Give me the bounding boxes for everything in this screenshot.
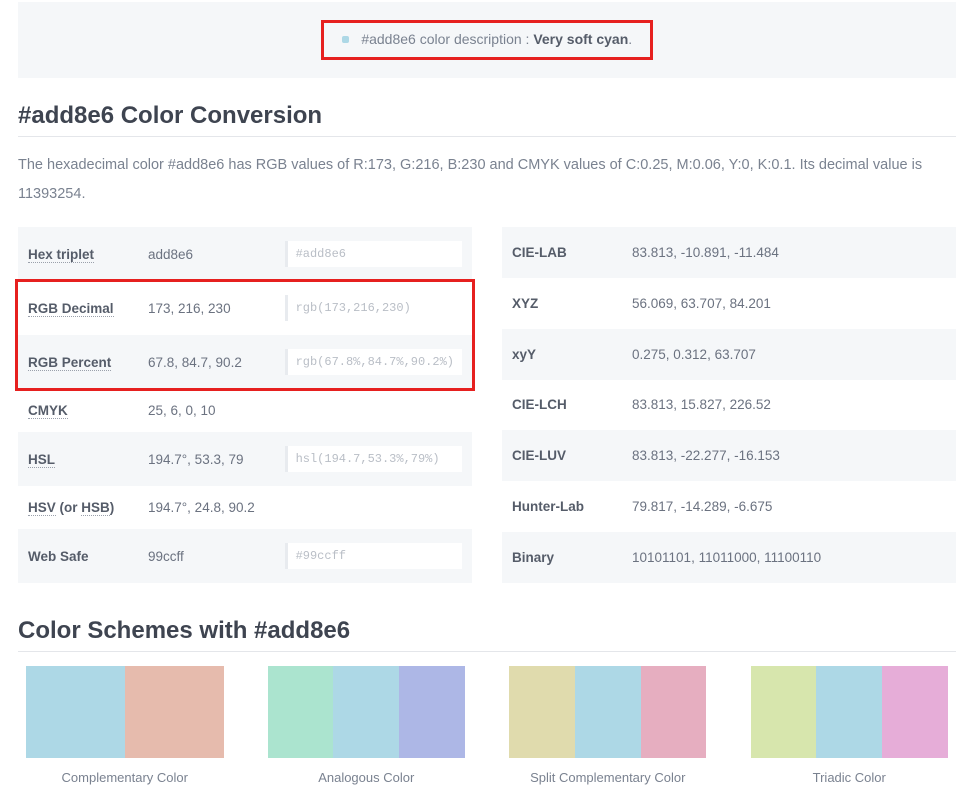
schemes-heading: Color Schemes with #add8e6	[18, 617, 956, 652]
row-value: 173, 216, 230	[138, 281, 275, 335]
swatch-row	[509, 666, 707, 758]
table-row: HSV (or HSB)194.7°, 24.8, 90.2	[18, 486, 472, 529]
row-label: RGB Decimal	[18, 281, 138, 335]
color-scheme: Complementary Color	[18, 666, 232, 785]
color-schemes: Complementary Color Analogous Color Split …	[18, 666, 956, 785]
color-scheme: Triadic Color	[743, 666, 957, 785]
row-value: 0.275, 0.312, 63.707	[622, 329, 956, 380]
color-scheme: Split Complementary Color	[501, 666, 715, 785]
desc-suffix: .	[628, 31, 632, 47]
color-swatch[interactable]	[399, 666, 465, 758]
table-row: Hex tripletadd8e6#add8e6	[18, 227, 472, 281]
table-row: XYZ56.069, 63.707, 84.201	[502, 278, 956, 329]
color-swatch[interactable]	[882, 666, 948, 758]
scheme-label: Split Complementary Color	[501, 770, 715, 785]
table-row: CIE-LAB83.813, -10.891, -11.484	[502, 227, 956, 278]
table-row: Web Safe99ccff#99ccff	[18, 529, 472, 583]
color-swatch[interactable]	[26, 666, 125, 758]
row-value: add8e6	[138, 227, 275, 281]
row-label: Hunter-Lab	[502, 481, 622, 532]
conversion-table-right: CIE-LAB83.813, -10.891, -11.484XYZ56.069…	[502, 227, 956, 583]
conversion-intro: The hexadecimal color #add8e6 has RGB va…	[18, 151, 956, 209]
color-swatch[interactable]	[751, 666, 817, 758]
row-label: Web Safe	[18, 529, 138, 583]
row-value: 194.7°, 53.3, 79	[138, 432, 275, 486]
row-value: 83.813, 15.827, 226.52	[622, 380, 956, 431]
row-value: 99ccff	[138, 529, 275, 583]
row-label: HSV (or HSB)	[18, 486, 138, 529]
swatch-row	[268, 666, 466, 758]
row-label: xyY	[502, 329, 622, 380]
color-swatch[interactable]	[641, 666, 707, 758]
table-row: HSL194.7°, 53.3, 79hsl(194.7,53.3%,79%)	[18, 432, 472, 486]
row-label: Hex triplet	[18, 227, 138, 281]
swatch-row	[26, 666, 224, 758]
table-row: RGB Percent67.8, 84.7, 90.2rgb(67.8%,84.…	[18, 335, 472, 389]
row-value: 67.8, 84.7, 90.2	[138, 335, 275, 389]
table-row: CMYK25, 6, 0, 10	[18, 389, 472, 432]
color-swatch[interactable]	[333, 666, 399, 758]
conversion-tables: Hex tripletadd8e6#add8e6RGB Decimal173, …	[18, 227, 956, 583]
conversion-heading: #add8e6 Color Conversion	[18, 102, 956, 137]
table-row: CIE-LCH83.813, 15.827, 226.52	[502, 380, 956, 431]
table-row: RGB Decimal173, 216, 230rgb(173,216,230)	[18, 281, 472, 335]
table-row: Binary10101101, 11011000, 11100110	[502, 532, 956, 583]
row-code[interactable]: rgb(67.8%,84.7%,90.2%)	[275, 335, 472, 389]
color-swatch[interactable]	[125, 666, 224, 758]
scheme-label: Complementary Color	[18, 770, 232, 785]
row-code[interactable]	[275, 486, 472, 529]
table-row: CIE-LUV83.813, -22.277, -16.153	[502, 430, 956, 481]
desc-color-name: Very soft cyan	[533, 31, 628, 47]
row-label: CMYK	[18, 389, 138, 432]
row-value: 83.813, -10.891, -11.484	[622, 227, 956, 278]
scheme-label: Triadic Color	[743, 770, 957, 785]
row-value: 10101101, 11011000, 11100110	[622, 532, 956, 583]
row-code[interactable]: rgb(173,216,230)	[275, 281, 472, 335]
table-row: Hunter-Lab79.817, -14.289, -6.675	[502, 481, 956, 532]
color-description-banner: #add8e6 color description : Very soft cy…	[18, 2, 956, 78]
row-label: HSL	[18, 432, 138, 486]
row-value: 56.069, 63.707, 84.201	[622, 278, 956, 329]
row-label: Binary	[502, 532, 622, 583]
table-row: xyY0.275, 0.312, 63.707	[502, 329, 956, 380]
row-code[interactable]: #99ccff	[275, 529, 472, 583]
scheme-label: Analogous Color	[260, 770, 474, 785]
row-code[interactable]: #add8e6	[275, 227, 472, 281]
row-code[interactable]	[275, 389, 472, 432]
row-label: RGB Percent	[18, 335, 138, 389]
row-value: 83.813, -22.277, -16.153	[622, 430, 956, 481]
color-description-text: #add8e6 color description : Very soft cy…	[361, 31, 632, 47]
desc-prefix: #add8e6 color description :	[361, 31, 533, 47]
color-swatch[interactable]	[575, 666, 641, 758]
color-bullet-icon	[342, 36, 349, 43]
row-value: 194.7°, 24.8, 90.2	[138, 486, 275, 529]
row-label: CIE-LUV	[502, 430, 622, 481]
swatch-row	[751, 666, 949, 758]
color-description-highlight: #add8e6 color description : Very soft cy…	[321, 20, 653, 60]
color-scheme: Analogous Color	[260, 666, 474, 785]
row-value: 25, 6, 0, 10	[138, 389, 275, 432]
conversion-table-left: Hex tripletadd8e6#add8e6RGB Decimal173, …	[18, 227, 472, 583]
color-swatch[interactable]	[268, 666, 334, 758]
row-label: XYZ	[502, 278, 622, 329]
row-label: CIE-LAB	[502, 227, 622, 278]
color-swatch[interactable]	[509, 666, 575, 758]
row-value: 79.817, -14.289, -6.675	[622, 481, 956, 532]
color-swatch[interactable]	[816, 666, 882, 758]
row-code[interactable]: hsl(194.7,53.3%,79%)	[275, 432, 472, 486]
row-label: CIE-LCH	[502, 380, 622, 431]
